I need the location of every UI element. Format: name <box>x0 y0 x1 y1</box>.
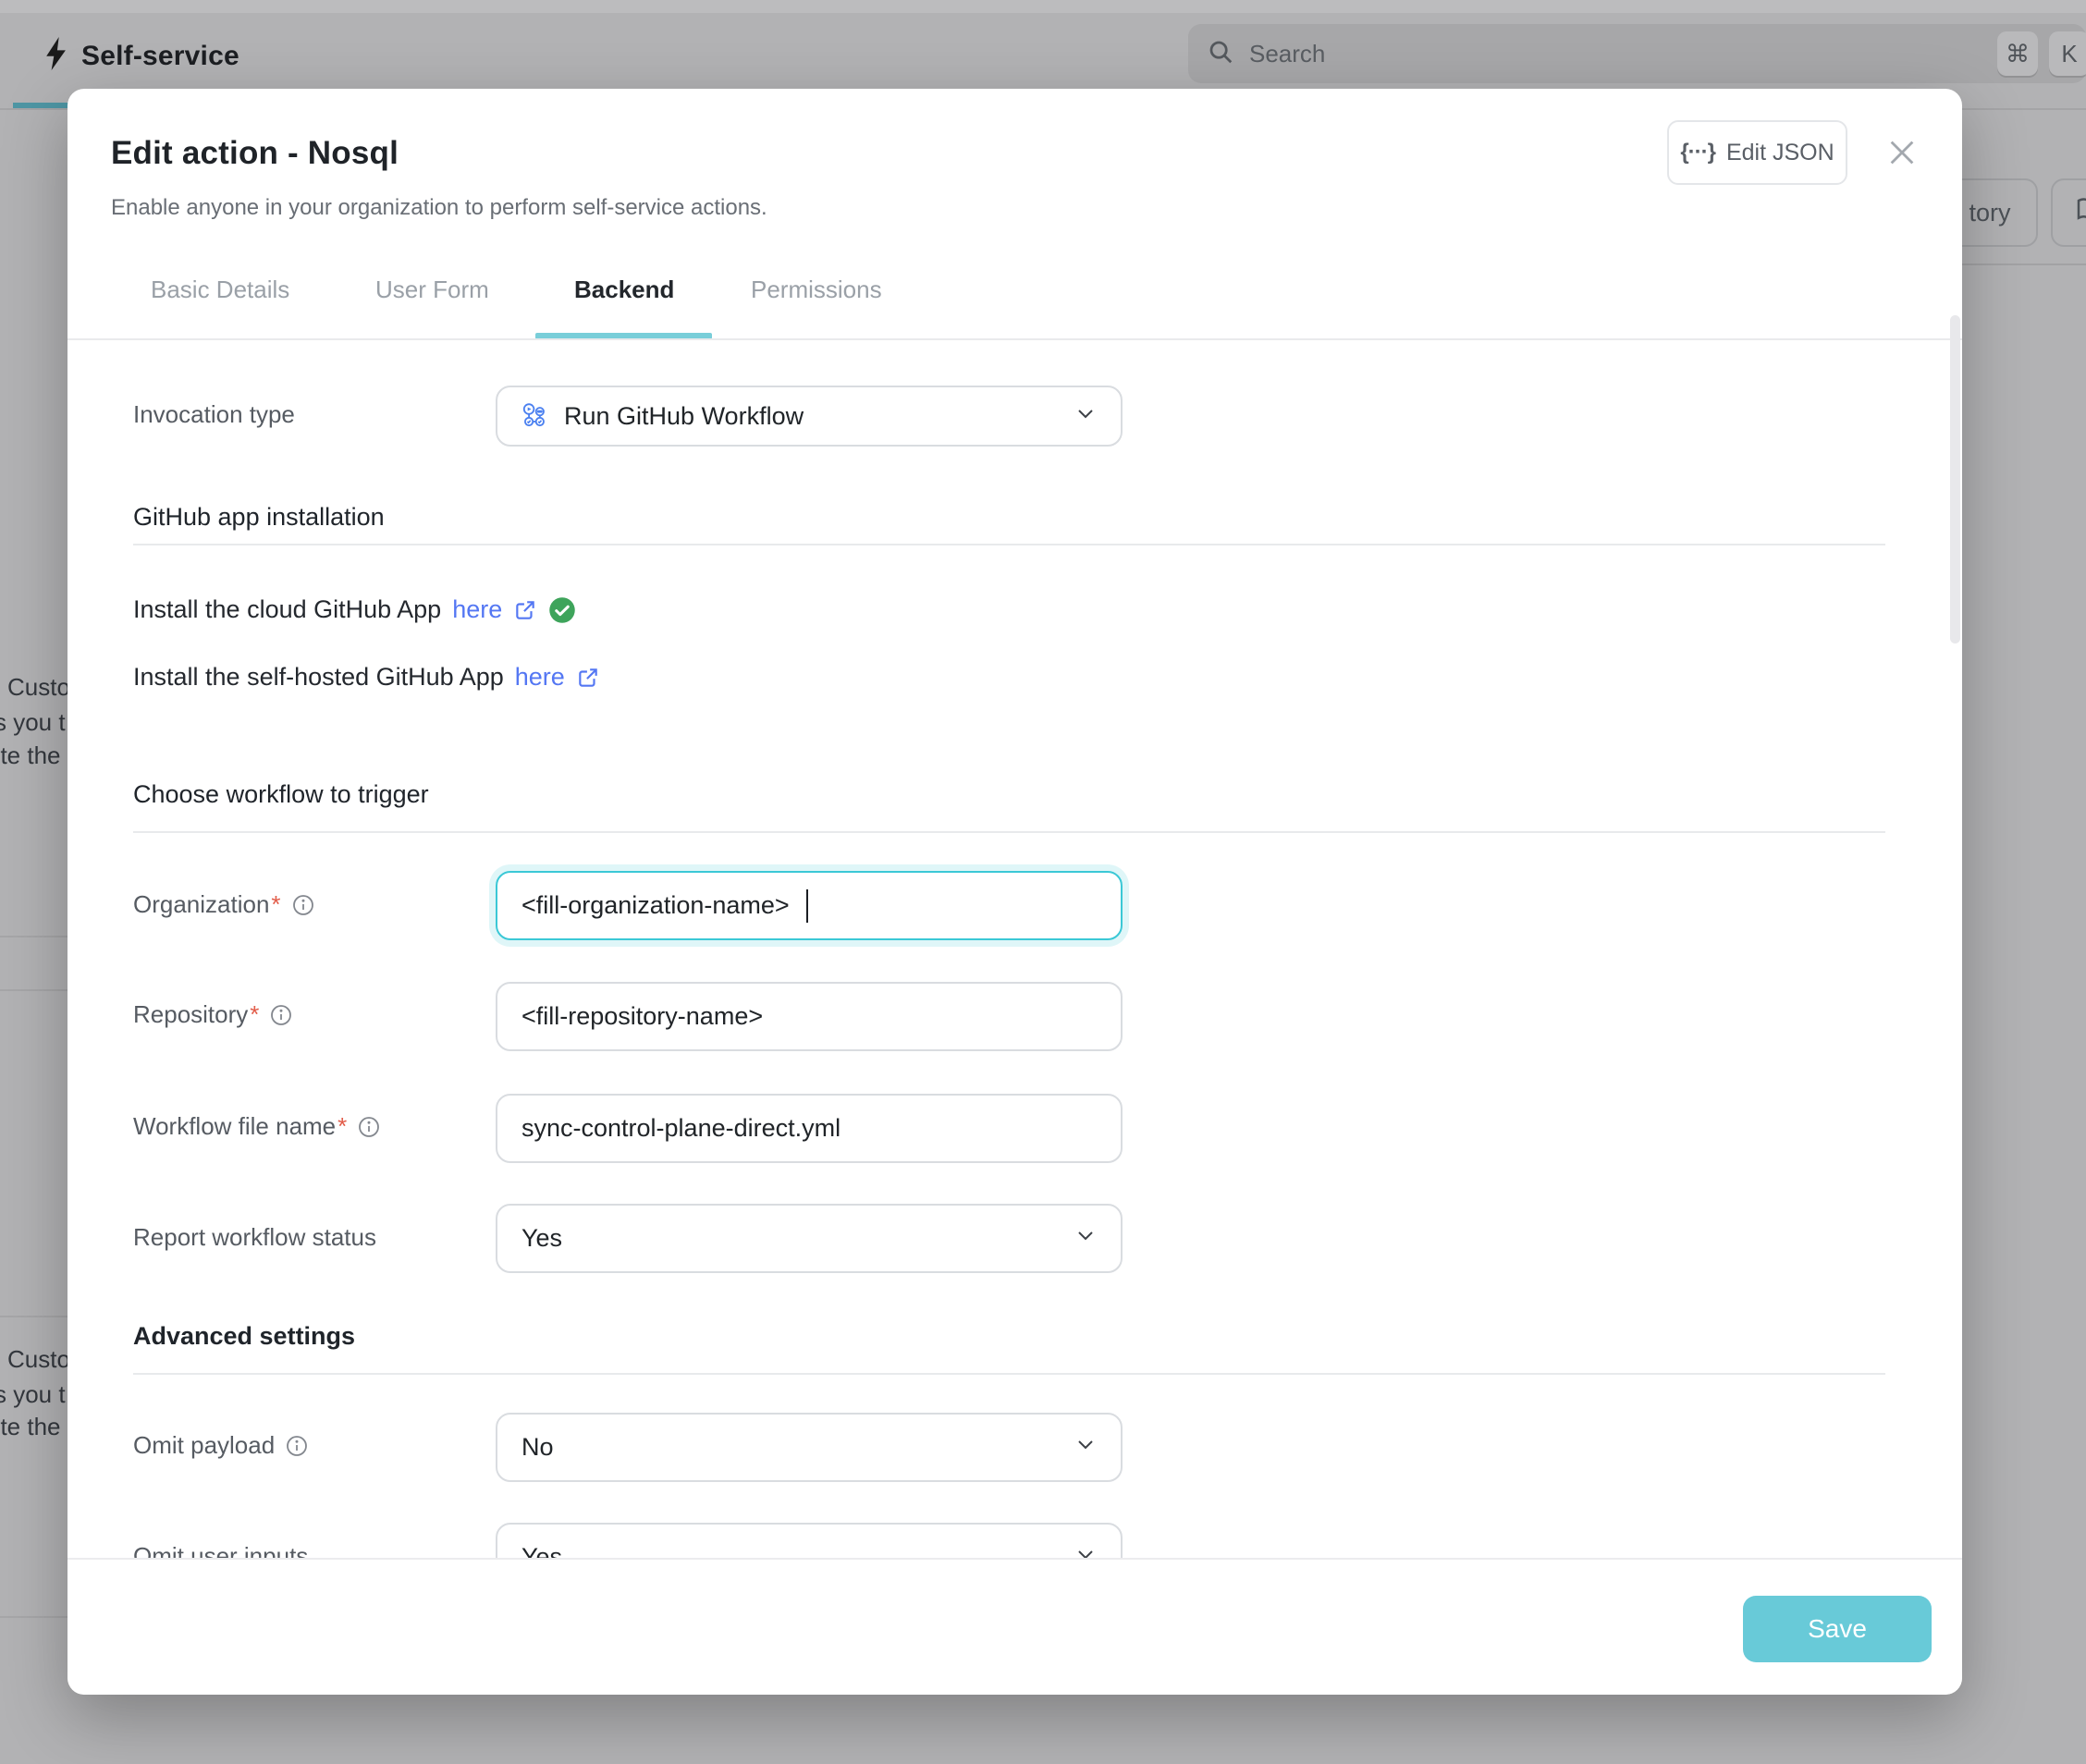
workflow-file-input[interactable]: sync-control-plane-direct.yml <box>496 1094 1123 1163</box>
tab-user-form[interactable]: User Form <box>375 276 489 304</box>
section-github-app-title: GitHub app installation <box>133 503 385 532</box>
repository-value: <fill-repository-name> <box>522 1002 763 1031</box>
json-braces-icon: {···} <box>1680 140 1715 165</box>
organization-value: <fill-organization-name> <box>522 891 790 920</box>
search-placeholder: Search <box>1249 40 1325 68</box>
search-icon <box>1207 38 1234 70</box>
k-key-badge: K <box>2049 31 2086 76</box>
chevron-down-icon <box>1074 1224 1097 1253</box>
section-advanced-title: Advanced settings <box>133 1322 355 1351</box>
text-cursor <box>806 889 809 923</box>
background-row-divider <box>0 1316 67 1317</box>
info-icon[interactable] <box>292 894 314 916</box>
report-status-value: Yes <box>522 1224 562 1253</box>
tab-backend[interactable]: Backend <box>574 276 674 304</box>
background-row-divider <box>0 936 67 937</box>
background-text-fragment: Custo <box>7 1345 67 1374</box>
organization-label: Organization* <box>133 890 314 919</box>
report-status-label: Report workflow status <box>133 1223 376 1252</box>
section-divider <box>133 544 1885 545</box>
omit-payload-label: Omit payload <box>133 1431 308 1460</box>
omit-payload-value: No <box>522 1433 554 1462</box>
page-top-strip <box>0 0 2086 13</box>
section-choose-workflow-title: Choose workflow to trigger <box>133 780 429 809</box>
app-header: Self-service <box>44 37 239 75</box>
close-button[interactable] <box>1882 134 1922 175</box>
search-input[interactable]: Search <box>1188 24 2086 83</box>
command-key-badge: ⌘ <box>1997 31 2038 76</box>
background-row-divider <box>0 989 67 991</box>
app-title: Self-service <box>81 41 239 72</box>
workflow-file-label: Workflow file name* <box>133 1112 380 1141</box>
selfhosted-install-link[interactable]: here <box>515 663 565 692</box>
cloud-install-link[interactable]: here <box>452 595 502 624</box>
workflow-file-value: sync-control-plane-direct.yml <box>522 1114 841 1143</box>
repository-input[interactable]: <fill-repository-name> <box>496 982 1123 1051</box>
background-text-fragment: ete the <box>0 741 61 770</box>
info-icon[interactable] <box>270 1004 292 1026</box>
section-divider <box>133 1373 1885 1375</box>
install-cloud-line: Install the cloud GitHub App here <box>133 595 576 624</box>
tabs-divider <box>67 338 1962 340</box>
modal-scrollbar[interactable] <box>1950 315 1960 643</box>
installed-check-icon <box>548 596 576 624</box>
chevron-down-icon <box>1074 402 1097 431</box>
background-row-divider <box>0 1616 67 1618</box>
report-status-select[interactable]: Yes <box>496 1204 1123 1273</box>
dialog-footer: Save <box>67 1558 1962 1695</box>
background-text-fragment: ete the <box>0 1413 61 1441</box>
invocation-type-value: Run GitHub Workflow <box>564 402 804 431</box>
save-button[interactable]: Save <box>1743 1596 1932 1662</box>
tab-permissions[interactable]: Permissions <box>751 276 882 304</box>
edit-action-dialog: Edit action - Nosql Enable anyone in you… <box>67 89 1962 1695</box>
info-icon[interactable] <box>286 1435 308 1457</box>
external-link-icon[interactable] <box>513 598 537 622</box>
background-text-fragment: Custo <box>7 673 67 702</box>
background-table-strip: Custo s you t ete the Custo s you t ete … <box>0 0 67 1764</box>
info-icon[interactable] <box>358 1116 380 1138</box>
section-divider <box>133 831 1885 833</box>
install-selfhosted-line: Install the self-hosted GitHub App here <box>133 663 600 692</box>
organization-input[interactable]: <fill-organization-name> <box>496 871 1123 940</box>
background-text-fragment: s you t <box>0 708 66 737</box>
book-icon <box>2074 196 2086 230</box>
invocation-type-label: Invocation type <box>133 400 295 429</box>
dialog-subtitle: Enable anyone in your organization to pe… <box>111 195 767 221</box>
dialog-title: Edit action - Nosql <box>111 135 399 172</box>
external-link-icon[interactable] <box>576 666 600 690</box>
docs-button-partial[interactable] <box>2051 178 2086 247</box>
omit-payload-select[interactable]: No <box>496 1413 1123 1482</box>
close-icon <box>1886 137 1918 173</box>
search-shortcut: ⌘ K <box>1997 31 2086 76</box>
invocation-type-select[interactable]: Run GitHub Workflow <box>496 386 1123 447</box>
tab-basic-details[interactable]: Basic Details <box>151 276 289 304</box>
chevron-down-icon <box>1074 1433 1097 1462</box>
repository-label: Repository* <box>133 1000 292 1029</box>
github-workflow-icon <box>522 402 549 430</box>
background-divider <box>1942 263 2086 265</box>
edit-json-button[interactable]: {···} Edit JSON <box>1667 120 1847 185</box>
background-text-fragment: s you t <box>0 1380 66 1409</box>
